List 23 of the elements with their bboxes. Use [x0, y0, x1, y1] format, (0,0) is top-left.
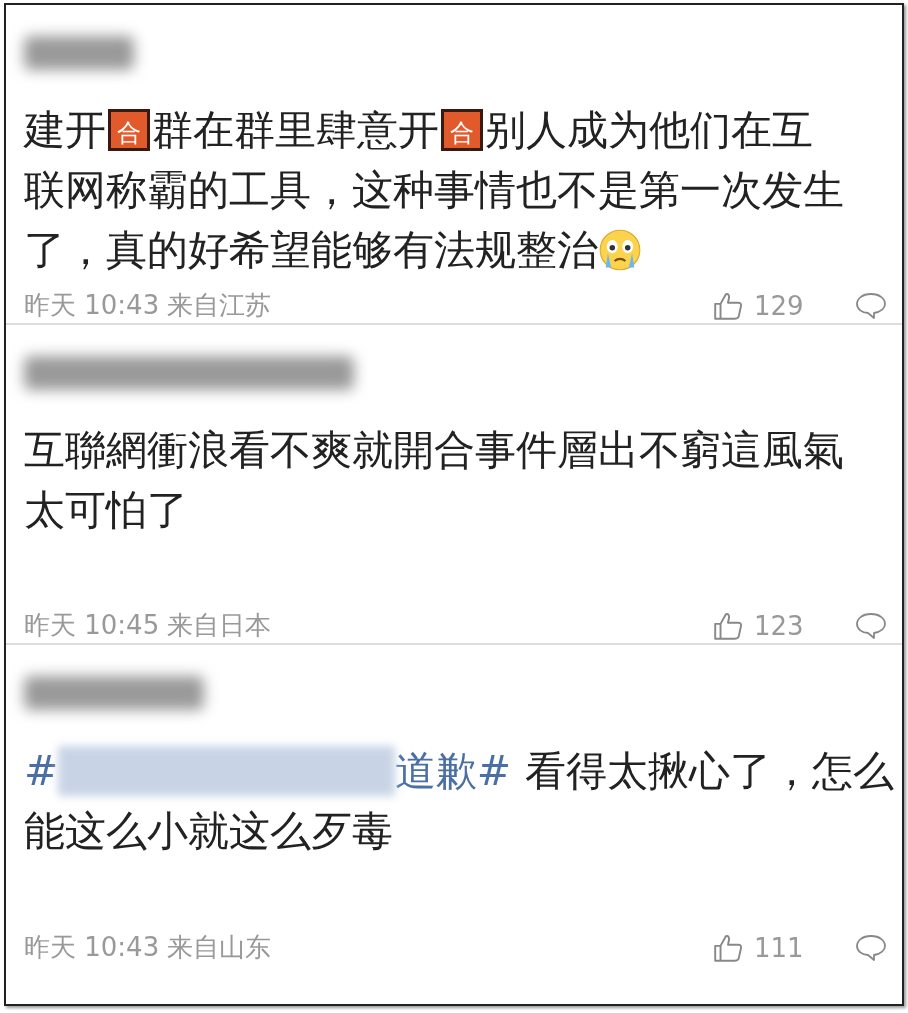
- hashtag-link[interactable]: #: [24, 740, 59, 801]
- comment-text: 太可怕了: [24, 485, 188, 536]
- emoji-badge: 合: [108, 109, 150, 151]
- comment-icon[interactable]: [854, 932, 888, 963]
- hashtag-link[interactable]: 道歉#: [394, 740, 511, 801]
- comment-icon[interactable]: [854, 290, 888, 321]
- comment-time: 昨天 10:43 来自山东: [24, 931, 272, 964]
- comment-text: 建开: [24, 105, 106, 156]
- comment-time: 昨天 10:45 来自日本: [24, 609, 272, 642]
- comment-text: 互聯網衝浪看不爽就開合事件層出不窮這風氣: [24, 425, 844, 476]
- comment-text: 群在群里肆意开: [152, 105, 439, 156]
- like-count: 123: [754, 610, 805, 641]
- comment-text: 了，真的好希望能够有法规整治: [24, 225, 598, 276]
- comment-text: 联网称霸的工具，这种事情也不是第一次发生: [24, 165, 844, 216]
- comment-text: 能这么小就这么歹毒: [24, 805, 393, 857]
- crying-face-icon: [598, 228, 642, 272]
- comment-text: 看得太揪心了，怎么: [525, 745, 894, 797]
- comment-icon[interactable]: [854, 610, 888, 641]
- comment-time: 昨天 10:43 来自江苏: [24, 289, 272, 322]
- comment-text: 别人成为他们在互: [485, 105, 813, 156]
- like-count: 129: [754, 290, 805, 321]
- emoji-badge: 合: [441, 109, 483, 151]
- like-count: 111: [754, 932, 805, 963]
